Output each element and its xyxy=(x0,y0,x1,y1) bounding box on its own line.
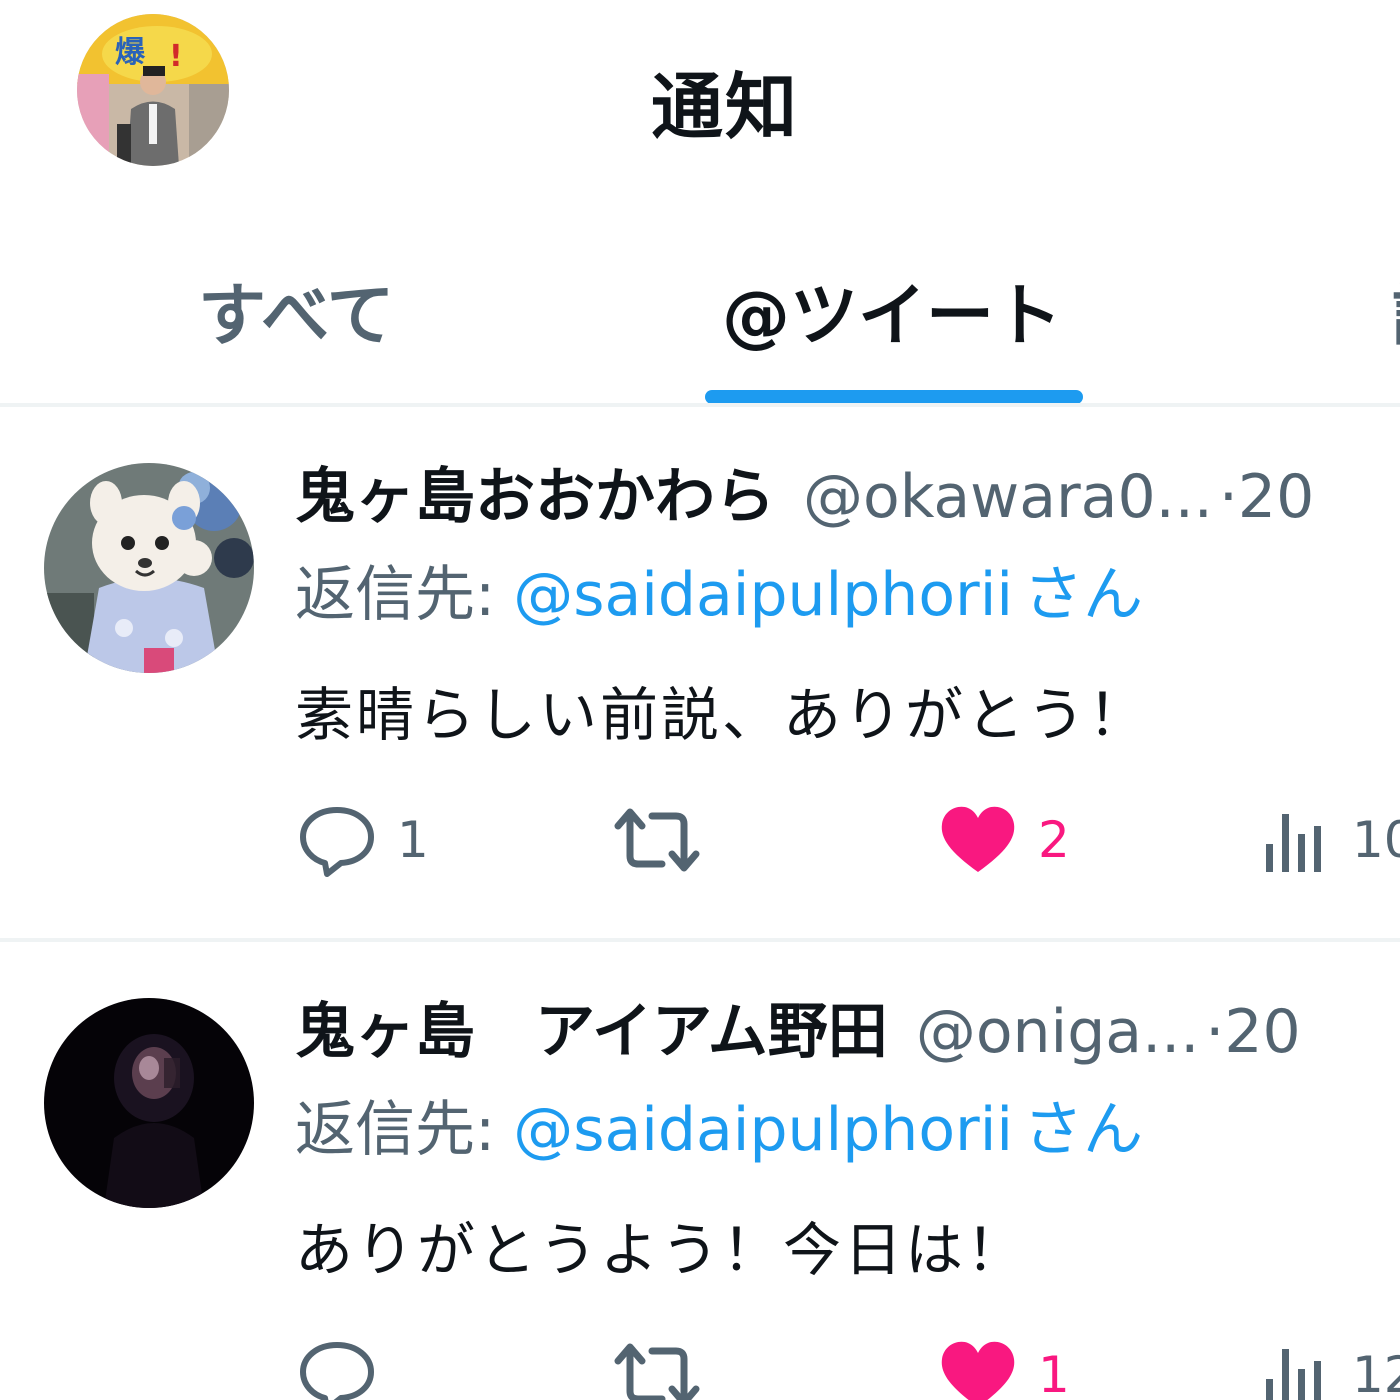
page-title: 通知 xyxy=(650,65,799,149)
reply-prefix: 返信先: xyxy=(295,560,496,630)
like-count: 2 xyxy=(1038,811,1070,869)
reply-icon xyxy=(300,807,374,877)
tab-all[interactable]: すべて xyxy=(198,260,395,359)
heart-icon xyxy=(941,806,1015,872)
user-handle[interactable]: @oniga... xyxy=(916,997,1199,1067)
reply-button[interactable] xyxy=(297,1330,397,1400)
like-button[interactable]: 2 xyxy=(938,795,1070,885)
display-name[interactable]: 鬼ヶ島おおかわら xyxy=(295,462,775,532)
views-button[interactable]: 12 xyxy=(1262,1330,1400,1400)
user-avatar[interactable] xyxy=(44,463,254,673)
reply-button[interactable]: 1 xyxy=(297,795,429,885)
retweet-icon xyxy=(614,808,700,872)
notifications-screen: 爆 ! 通知 すべて @ツイート 認 xyxy=(0,0,1400,1400)
user-avatar-image xyxy=(44,463,254,673)
heart-icon xyxy=(941,1341,1015,1400)
like-count: 1 xyxy=(1038,1346,1070,1400)
tab-mentions[interactable]: @ツイート xyxy=(722,260,1062,359)
tweet-text: 素晴らしい前説、ありがとう！ xyxy=(295,681,1150,749)
display-name[interactable]: 鬼ヶ島 アイアム野田 xyxy=(295,997,888,1067)
user-avatar[interactable] xyxy=(44,998,254,1208)
tweet-header: 鬼ヶ島おおかわら @okawara0... ·20 xyxy=(295,457,1314,537)
like-button[interactable]: 1 xyxy=(938,1330,1070,1400)
reply-suffix: さん xyxy=(1023,560,1144,630)
retweet-button[interactable] xyxy=(612,795,722,885)
tweet-time[interactable]: 20 xyxy=(1238,462,1314,532)
top-header: 爆 ! 通知 xyxy=(0,0,1400,190)
reply-context: 返信先: @saidaipulphorii さん xyxy=(295,1090,1143,1170)
reply-count: 1 xyxy=(397,811,429,869)
reply-context: 返信先: @saidaipulphorii さん xyxy=(295,555,1143,635)
views-count: 12 xyxy=(1352,1346,1400,1400)
tweet-text: ありがとうよう！今日は！ xyxy=(295,1216,1028,1284)
separator-dot: · xyxy=(1218,462,1238,532)
views-icon xyxy=(1266,1349,1321,1400)
tweet-time[interactable]: 20 xyxy=(1224,997,1300,1067)
tweet-item[interactable]: 鬼ヶ島おおかわら @okawara0... ·20 返信先: @saidaipulph… xyxy=(0,407,1400,939)
active-tab-indicator xyxy=(705,390,1083,404)
reply-handle-link[interactable]: @saidaipulphorii xyxy=(513,560,1013,630)
views-button[interactable]: 10 xyxy=(1262,795,1400,885)
tweet-actions: 1 12 xyxy=(0,1330,1400,1400)
tweet-item[interactable]: 鬼ヶ島 アイアム野田 @oniga... ·20 返信先: @saidaipulpho… xyxy=(0,942,1400,1400)
retweet-button[interactable] xyxy=(612,1330,722,1400)
retweet-icon xyxy=(614,1343,700,1400)
views-count: 10 xyxy=(1352,811,1400,869)
tweet-header: 鬼ヶ島 アイアム野田 @oniga... ·20 xyxy=(295,992,1301,1072)
reply-icon xyxy=(300,1342,374,1400)
tweet-actions: 1 2 10 xyxy=(0,795,1400,885)
reply-suffix: さん xyxy=(1023,1095,1144,1165)
separator-dot: · xyxy=(1205,997,1225,1067)
reply-handle-link[interactable]: @saidaipulphorii xyxy=(513,1095,1013,1165)
user-avatar-image xyxy=(44,998,254,1208)
tab-verified[interactable]: 認 xyxy=(1392,260,1400,359)
reply-prefix: 返信先: xyxy=(295,1095,496,1165)
notification-tabs: すべて @ツイート 認 xyxy=(0,230,1400,406)
user-handle[interactable]: @okawara0... xyxy=(803,462,1213,532)
views-icon xyxy=(1266,814,1321,872)
